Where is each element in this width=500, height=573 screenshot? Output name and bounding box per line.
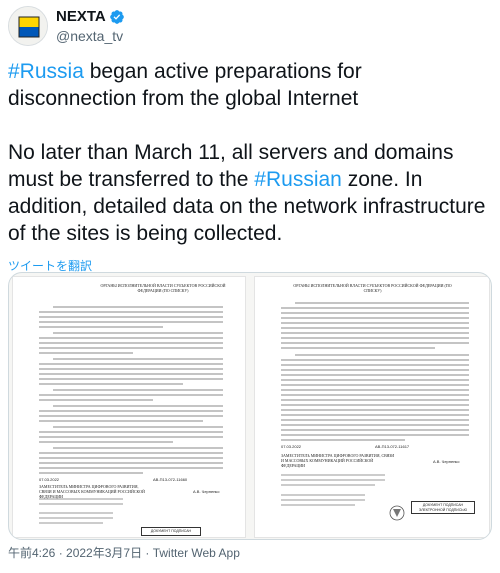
- document-2-date: 07.03.2022: [281, 444, 302, 449]
- document-2-header: ОРГАНЫ ИСПОЛНИТЕЛЬНОЙ ВЛАСТИ СУБЪЕКТОВ Р…: [293, 283, 452, 293]
- document-1-number: АВ-П13-072-11660: [153, 477, 188, 482]
- display-name[interactable]: NEXTA: [56, 8, 106, 25]
- document-1-date: 07.03.2022: [39, 477, 60, 482]
- avatar[interactable]: [8, 6, 48, 46]
- tweet-timestamp[interactable]: 午前4:26 · 2022年3月7日 · Twitter Web App: [8, 544, 240, 561]
- document-1-signer-title: ЗАМЕСТИТЕЛЬ МИНИСТРА ЦИФРОВОГО РАЗВИТИЯ,…: [39, 484, 145, 499]
- document-1-header: ОРГАНЫ ИСПОЛНИТЕЛЬНОЙ ВЛАСТИ СУБЪЕКТОВ Р…: [100, 283, 226, 293]
- handle[interactable]: @nexta_tv: [56, 28, 123, 44]
- document-image-1[interactable]: ОРГАНЫ ИСПОЛНИТЕЛЬНОЙ ВЛАСТИ СУБЪЕКТОВ Р…: [13, 277, 245, 537]
- document-image-2[interactable]: ОРГАНЫ ИСПОЛНИТЕЛЬНОЙ ВЛАСТИ СУБЪЕКТОВ Р…: [255, 277, 489, 537]
- document-2-signer: А.В. Черненко: [433, 459, 460, 464]
- tweet-header: NEXTA @nexta_tv: [8, 6, 492, 46]
- document-2-signer-title: ЗАМЕСТИТЕЛЬ МИНИСТРА ЦИФРОВОГО РАЗВИТИЯ,…: [281, 453, 395, 468]
- tweet-paragraph-1: #Russia began active preparations for di…: [8, 58, 492, 112]
- document-2-signature-stamp: ДОКУМЕНТ ПОДПИСАН ЭЛЕКТРОННОЙ ПОДПИСЬЮ: [411, 501, 475, 514]
- hashtag-russia[interactable]: #Russia: [8, 60, 84, 83]
- tweet-text: #Russia began active preparations for di…: [8, 58, 492, 247]
- document-1-signature-stamp: ДОКУМЕНТ ПОДПИСАН: [141, 527, 201, 536]
- document-1-signer: А.В. Черненко: [193, 489, 220, 494]
- document-2-number: АВ-П13-072-11617: [375, 444, 410, 449]
- nexta-logo-icon: [9, 7, 47, 45]
- emblem-icon: [389, 505, 405, 521]
- tweet-paragraph-2: No later than March 11, all servers and …: [8, 139, 492, 247]
- tweet-media[interactable]: ОРГАНЫ ИСПОЛНИТЕЛЬНОЙ ВЛАСТИ СУБЪЕКТОВ Р…: [8, 272, 492, 540]
- hashtag-russian[interactable]: #Russian: [254, 168, 342, 191]
- verified-badge-icon: [109, 9, 124, 24]
- document-2-body-text: [281, 302, 469, 521]
